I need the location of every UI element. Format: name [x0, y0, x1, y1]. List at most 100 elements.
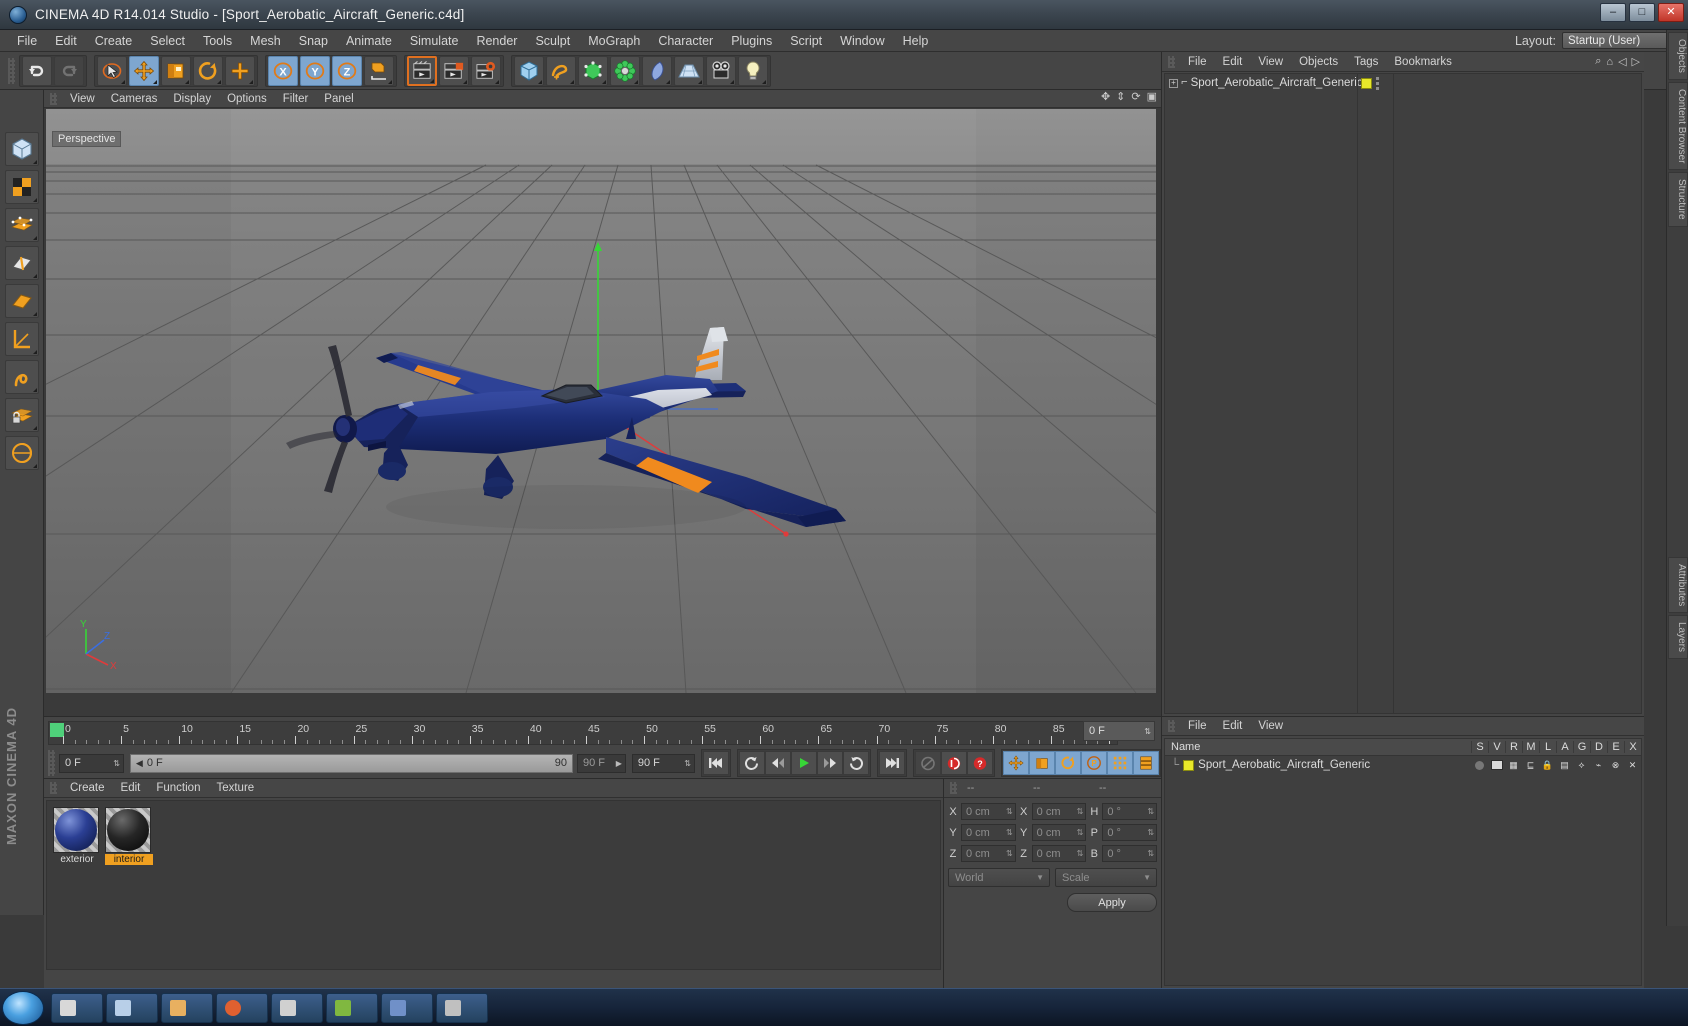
object-manager-grip[interactable]: [1168, 55, 1175, 68]
taskbar-item-5[interactable]: [271, 992, 323, 1023]
spinner-icon[interactable]: ⇅: [1144, 727, 1151, 736]
workplane-button[interactable]: [4, 322, 39, 356]
layer-manager-grip[interactable]: [1168, 720, 1175, 732]
viewport-menu-filter[interactable]: Filter: [275, 92, 317, 106]
menu-script[interactable]: Script: [781, 32, 831, 50]
spinner-icon[interactable]: ⇅: [1006, 828, 1013, 837]
menu-file[interactable]: File: [8, 32, 46, 50]
object-menu-edit[interactable]: Edit: [1215, 55, 1251, 69]
minimize-button[interactable]: –: [1600, 3, 1626, 22]
spinner-icon[interactable]: ⇅: [1077, 849, 1084, 858]
layer-cell-s[interactable]: [1471, 760, 1488, 770]
pos-y-input[interactable]: 0 cm ⇅: [961, 824, 1016, 841]
layer-cell-x[interactable]: ✕: [1624, 760, 1641, 771]
viewport-solo-button[interactable]: [4, 436, 39, 470]
menu-mograph[interactable]: MoGraph: [579, 32, 649, 50]
size-x-input[interactable]: 0 cm ⇅: [1031, 803, 1087, 820]
spinner-icon[interactable]: ⇅: [1077, 828, 1084, 837]
maximize-view-icon[interactable]: ▣: [1147, 92, 1157, 103]
attributes-tab[interactable]: Attributes: [1668, 556, 1688, 614]
lock-z-axis[interactable]: Z: [332, 55, 362, 86]
model-mode-button[interactable]: [4, 132, 39, 166]
material-menu-create[interactable]: Create: [62, 781, 113, 795]
structure-tab[interactable]: Structure: [1668, 172, 1688, 227]
play-loop-button[interactable]: [842, 751, 869, 775]
material-item-interior[interactable]: interior: [105, 807, 153, 865]
taskbar-item-8[interactable]: [436, 992, 488, 1023]
layer-menu-edit[interactable]: Edit: [1215, 719, 1251, 733]
timeline-frame-display[interactable]: 0 F ⇅: [1083, 721, 1155, 741]
menu-create[interactable]: Create: [86, 32, 142, 50]
move-view-icon[interactable]: ✥: [1101, 92, 1110, 103]
layer-cell-d[interactable]: ⌁: [1590, 760, 1607, 771]
layer-cell-e[interactable]: ⊗: [1607, 760, 1624, 771]
rotate-view-icon[interactable]: ⟳: [1131, 92, 1140, 103]
go-to-start-button[interactable]: [702, 751, 729, 775]
scale-view-icon[interactable]: ⇕: [1116, 92, 1125, 103]
timeline-range-bar[interactable]: ◀ 0 F 90: [129, 753, 574, 773]
search-icon[interactable]: ⌕: [1595, 55, 1601, 68]
object-menu-bookmarks[interactable]: Bookmarks: [1386, 55, 1460, 69]
point-level-animation-button[interactable]: [1106, 751, 1133, 775]
rotation-key-button[interactable]: [1054, 751, 1081, 775]
menu-tools[interactable]: Tools: [194, 32, 241, 50]
viewport-grip[interactable]: [50, 92, 57, 105]
collapse-icon[interactable]: ◁: [1618, 55, 1626, 68]
object-menu-tags[interactable]: Tags: [1346, 55, 1386, 69]
pos-z-input[interactable]: 0 cm ⇅: [961, 845, 1016, 862]
menu-simulate[interactable]: Simulate: [401, 32, 468, 50]
keyframe-selection-button[interactable]: ?: [966, 751, 993, 775]
spinner-icon[interactable]: ⇅: [1006, 849, 1013, 858]
taskbar-item-4[interactable]: [216, 992, 268, 1023]
coordinates-grip[interactable]: [950, 782, 957, 794]
object-row-aircraft[interactable]: + ⌐ Sport_Aerobatic_Aircraft_Generic: [1165, 74, 1641, 92]
lock-workplane-button[interactable]: [4, 398, 39, 432]
texture-mode-button[interactable]: [4, 170, 39, 204]
coordinate-system-dropdown[interactable]: World ▼: [948, 868, 1050, 887]
menu-select[interactable]: Select: [141, 32, 194, 50]
layers-tab[interactable]: Layers: [1668, 615, 1688, 660]
taskbar-item-7[interactable]: [381, 992, 433, 1023]
live-selection-tool[interactable]: [97, 55, 127, 86]
viewport-menu-panel[interactable]: Panel: [316, 92, 361, 106]
step-back-button[interactable]: [764, 751, 791, 775]
expand-toggle-icon[interactable]: +: [1169, 78, 1178, 88]
viewport-menu-cameras[interactable]: Cameras: [103, 92, 166, 106]
scale-tool[interactable]: [161, 55, 191, 86]
edges-mode-button[interactable]: [4, 246, 39, 280]
objects-tab[interactable]: Objects: [1668, 32, 1688, 80]
maximize-button[interactable]: □: [1629, 3, 1655, 22]
object-menu-objects[interactable]: Objects: [1291, 55, 1346, 69]
spinner-icon[interactable]: ⇅: [1147, 807, 1154, 816]
add-environment-button[interactable]: [642, 55, 672, 86]
menu-animate[interactable]: Animate: [337, 32, 401, 50]
layer-cell-l[interactable]: 🔒: [1539, 760, 1556, 771]
toolbar-grip[interactable]: [8, 57, 15, 84]
parameter-key-button[interactable]: P: [1080, 751, 1107, 775]
current-frame-input[interactable]: 0 F ⇅: [59, 753, 124, 773]
play-forward-button[interactable]: [790, 751, 817, 775]
spinner-icon[interactable]: ⇅: [1147, 828, 1154, 837]
render-view-button[interactable]: [407, 55, 437, 86]
coordinate-system-toggle[interactable]: [364, 55, 394, 86]
menu-plugins[interactable]: Plugins: [722, 32, 781, 50]
apply-button[interactable]: Apply: [1067, 893, 1157, 912]
add-cube-button[interactable]: [514, 55, 544, 86]
expand-icon[interactable]: ▷: [1632, 55, 1640, 68]
rotate-tool[interactable]: [193, 55, 223, 86]
menu-render[interactable]: Render: [467, 32, 526, 50]
spinner-icon[interactable]: ⇅: [113, 759, 120, 768]
material-menu-texture[interactable]: Texture: [208, 781, 262, 795]
pos-x-input[interactable]: 0 cm ⇅: [961, 803, 1016, 820]
layer-cell-a[interactable]: ▤: [1556, 760, 1573, 771]
current-frame-marker[interactable]: [50, 723, 64, 737]
material-manager-grip[interactable]: [50, 782, 57, 794]
add-light-button[interactable]: [738, 55, 768, 86]
lock-x-axis[interactable]: X: [268, 55, 298, 86]
menu-edit[interactable]: Edit: [46, 32, 86, 50]
layout-dropdown[interactable]: Startup (User) ▼: [1562, 32, 1680, 49]
spinner-icon[interactable]: ⇅: [1006, 807, 1013, 816]
size-y-input[interactable]: 0 cm ⇅: [1031, 824, 1087, 841]
content-browser-tab[interactable]: Content Browser: [1668, 81, 1688, 171]
menu-help[interactable]: Help: [894, 32, 938, 50]
